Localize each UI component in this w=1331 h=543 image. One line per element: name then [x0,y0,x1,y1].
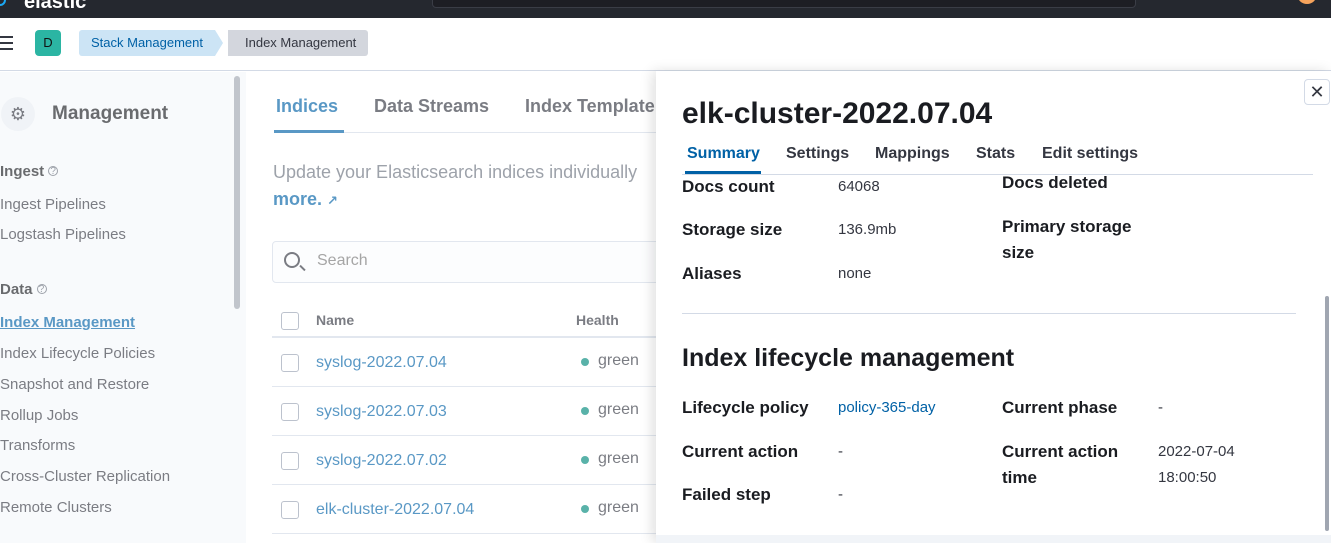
current-action-time-label: Current action time [1002,442,1119,487]
elastic-logo-text[interactable]: elastic [24,0,86,14]
current-action-label: Current action [682,442,799,461]
section-divider [682,313,1296,314]
flyout-scrollbar[interactable] [1325,296,1329,531]
flyout-title: elk-cluster-2022.07.04 [682,97,993,130]
current-phase-value: - [1158,399,1163,416]
flyout-overlay-mask[interactable] [0,72,656,543]
user-avatar[interactable] [1297,0,1317,4]
close-flyout-button[interactable]: ✕ [1304,79,1330,105]
tab-stats[interactable]: Stats [976,145,1015,163]
current-action-value: - [838,443,843,460]
menu-icon[interactable] [0,36,14,50]
tab-edit-settings[interactable]: Edit settings [1042,145,1138,163]
breadcrumb-stack-management[interactable]: Stack Management [79,30,224,56]
storage-size-value: 136.9mb [838,221,897,238]
docs-count-value: 64068 [838,178,880,195]
top-header: elastic [0,0,1331,18]
lifecycle-policy-label: Lifecycle policy [682,398,809,417]
failed-step-label: Failed step [682,485,771,504]
tabs-divider [682,174,1313,175]
space-avatar[interactable]: D [35,30,61,56]
breadcrumb-bar: D Stack Management Index Management [0,18,1331,71]
tab-mappings[interactable]: Mappings [875,145,950,163]
docs-deleted-label: Docs deleted [1002,173,1108,192]
aliases-value: none [838,265,872,282]
failed-step-value: - [838,486,843,503]
index-details-flyout: ✕ elk-cluster-2022.07.04 Summary Setting… [656,71,1331,543]
flyout-footer-strip [656,535,1331,543]
aliases-label: Aliases [682,264,742,283]
global-search-input[interactable] [432,0,1136,8]
storage-size-label: Storage size [682,220,783,239]
current-action-time-value: 2022-07-04 18:00:50 [1158,443,1235,486]
ilm-section-title: Index lifecycle management [682,344,1015,372]
tab-summary[interactable]: Summary [687,145,760,163]
tab-settings[interactable]: Settings [786,145,849,163]
lifecycle-policy-link[interactable]: policy-365-day [838,395,936,421]
elastic-logo-icon[interactable] [0,0,6,6]
primary-storage-size-label: Primary storage size [1002,217,1132,262]
breadcrumb-index-management: Index Management [228,30,369,56]
current-phase-label: Current phase [1002,398,1118,417]
close-icon: ✕ [1309,82,1325,102]
docs-count-label: Docs count [682,177,775,196]
